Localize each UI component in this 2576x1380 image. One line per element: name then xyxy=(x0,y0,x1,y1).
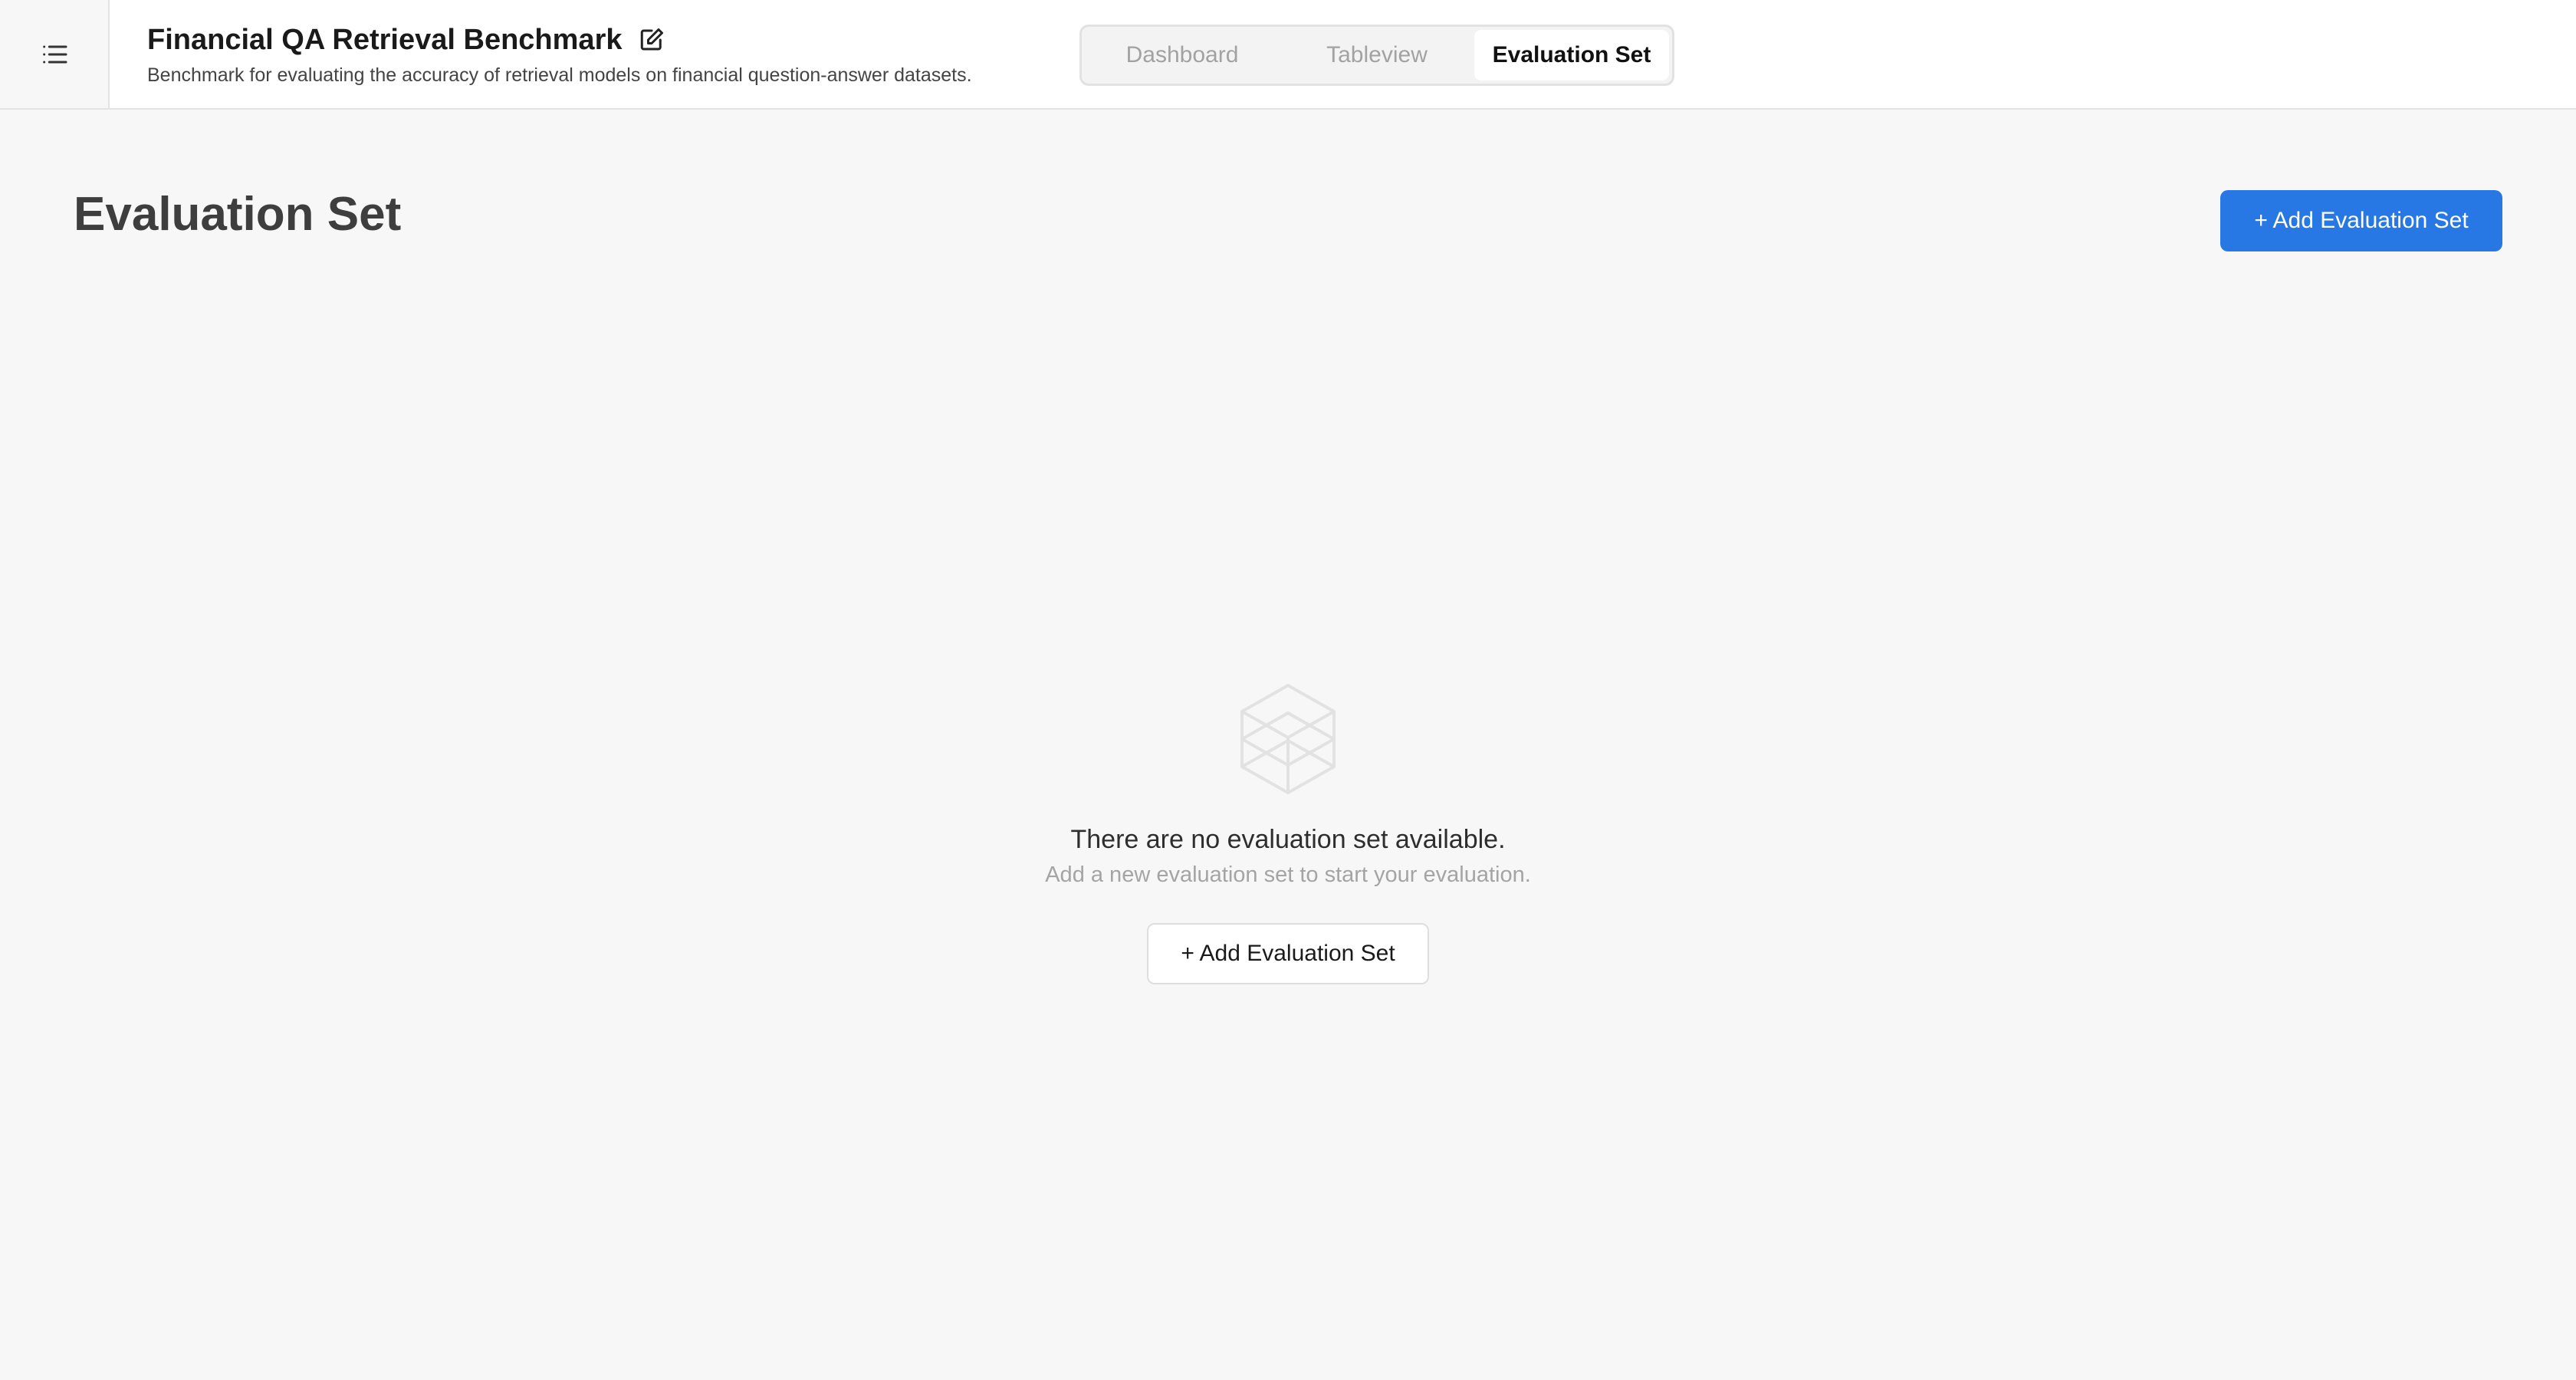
layers-icon xyxy=(1240,684,1336,794)
app-header: Financial QA Retrieval Benchmark Benchma… xyxy=(0,0,2576,110)
empty-state-subtitle: Add a new evaluation set to start your e… xyxy=(1045,863,1531,887)
empty-state: There are no evaluation set available. A… xyxy=(0,682,2576,984)
tab-evaluation-set[interactable]: Evaluation Set xyxy=(1474,30,1669,80)
project-description: Benchmark for evaluating the accuracy of… xyxy=(147,64,972,86)
edit-icon[interactable] xyxy=(638,26,665,54)
view-tabs: Dashboard Tableview Evaluation Set xyxy=(1079,25,1674,86)
add-evaluation-set-button[interactable]: + Add Evaluation Set xyxy=(2220,190,2502,251)
tab-dashboard[interactable]: Dashboard xyxy=(1085,30,1280,80)
empty-state-title: There are no evaluation set available. xyxy=(1070,825,1506,854)
project-info: Financial QA Retrieval Benchmark Benchma… xyxy=(147,20,972,87)
tab-tableview[interactable]: Tableview xyxy=(1280,30,1474,80)
list-icon xyxy=(42,45,67,63)
menu-toggle-button[interactable] xyxy=(0,0,110,108)
project-title: Financial QA Retrieval Benchmark xyxy=(147,23,623,56)
empty-state-add-button[interactable]: + Add Evaluation Set xyxy=(1147,923,1429,984)
page-title: Evaluation Set xyxy=(74,188,402,241)
